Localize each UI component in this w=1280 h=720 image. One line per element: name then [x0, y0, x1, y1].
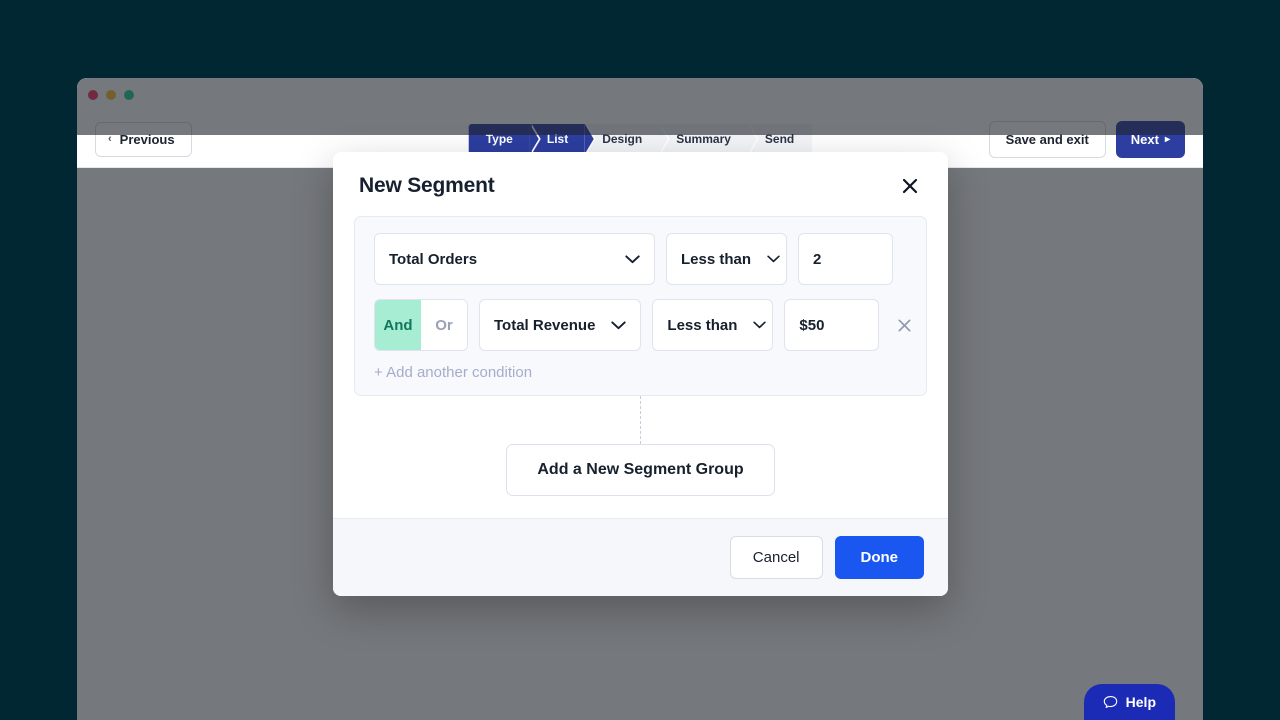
cancel-button[interactable]: Cancel — [729, 536, 823, 579]
modal-body: Total Orders Less than And Or — [333, 204, 948, 518]
operator-select-2-value: Less than — [667, 316, 738, 334]
modal-header: New Segment — [333, 152, 948, 204]
chevron-down-icon — [751, 255, 780, 263]
step-list-label: List — [546, 132, 569, 146]
and-toggle-option[interactable]: And — [375, 300, 421, 350]
step-summary[interactable]: Summary — [659, 123, 759, 155]
window-close-dot[interactable] — [88, 89, 98, 100]
page-title: New Segment — [359, 174, 495, 197]
chevron-down-icon — [737, 321, 767, 329]
chevron-left-icon: ‹ — [108, 133, 112, 145]
step-design-label: Design — [602, 132, 643, 146]
attribute-select-2-value: Total Revenue — [494, 316, 596, 334]
group-connector-line — [354, 396, 927, 444]
add-another-condition-button[interactable]: + Add another condition — [374, 361, 532, 381]
add-new-segment-group-button[interactable]: Add a New Segment Group — [506, 444, 775, 496]
operator-select-1[interactable]: Less than — [666, 233, 787, 285]
attribute-select-1[interactable]: Total Orders — [374, 233, 655, 285]
step-summary-label: Summary — [676, 132, 731, 146]
chevron-down-icon — [609, 254, 640, 264]
save-and-exit-button[interactable]: Save and exit — [988, 120, 1106, 158]
step-progress-bar: Type List Design Summary Send — [468, 123, 812, 155]
attribute-select-1-value: Total Orders — [389, 250, 478, 268]
modal-footer: Cancel Done — [333, 518, 948, 596]
or-toggle-option[interactable]: Or — [421, 300, 467, 350]
and-or-toggle: And Or — [374, 299, 468, 351]
remove-condition-icon[interactable] — [892, 313, 917, 338]
done-button[interactable]: Done — [834, 536, 924, 579]
step-send-label: Send — [764, 132, 795, 146]
browser-chrome — [77, 78, 1203, 111]
step-design[interactable]: Design — [585, 123, 670, 155]
next-button[interactable]: Next ▸ — [1115, 120, 1185, 158]
add-group-container: Add a New Segment Group — [354, 444, 927, 496]
previous-button[interactable]: ‹ Previous — [95, 121, 192, 157]
value-input-2[interactable] — [784, 299, 880, 351]
help-widget-button[interactable]: Help — [1083, 684, 1175, 720]
chat-bubble-icon — [1103, 695, 1118, 710]
chevron-right-icon: ▸ — [1164, 133, 1170, 145]
attribute-select-2[interactable]: Total Revenue — [479, 299, 642, 351]
operator-select-1-value: Less than — [681, 250, 752, 268]
dashed-line — [640, 396, 641, 444]
help-widget-label: Help — [1125, 694, 1156, 710]
previous-button-label: Previous — [119, 131, 175, 147]
chevron-down-icon — [595, 320, 627, 330]
condition-row: Total Orders Less than — [374, 233, 907, 285]
operator-select-2[interactable]: Less than — [652, 299, 774, 351]
close-icon[interactable] — [898, 174, 922, 198]
topbar-actions: Save and exit Next ▸ — [988, 120, 1185, 158]
window-minimize-dot[interactable] — [106, 89, 116, 100]
condition-row: And Or Total Revenue Less than — [374, 299, 911, 351]
step-type[interactable]: Type — [468, 123, 541, 155]
segment-group-container: Total Orders Less than And Or — [354, 216, 927, 396]
next-button-label: Next — [1130, 131, 1159, 147]
new-segment-modal: New Segment Total Orders Less than 2 And… — [333, 152, 948, 596]
window-maximize-dot[interactable] — [124, 89, 134, 100]
value-input-1[interactable] — [798, 233, 893, 285]
step-type-label: Type — [485, 132, 513, 146]
